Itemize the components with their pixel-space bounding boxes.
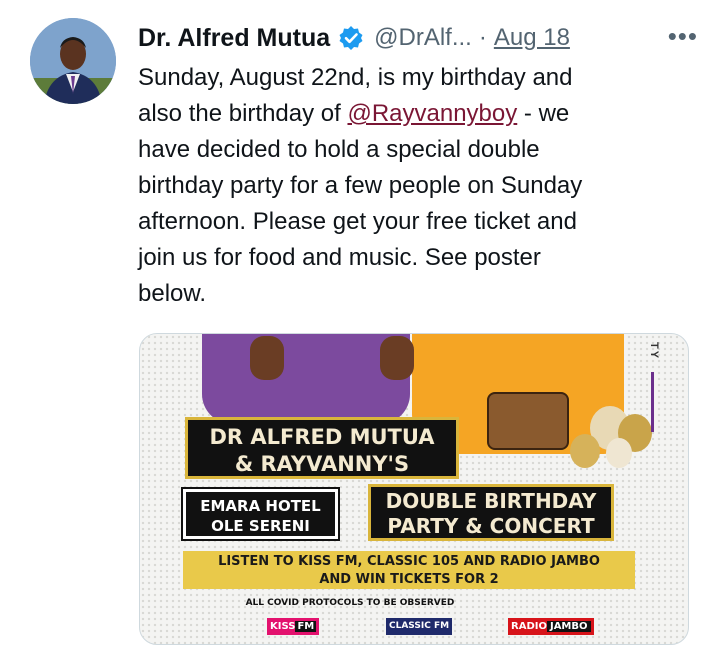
classic-fm-logo: CLASSIC FM	[386, 618, 453, 635]
tweet-date-link[interactable]: Aug 18	[494, 24, 570, 52]
poster-side-text: TY	[648, 342, 660, 361]
poster-venue-text: EMARA HOTEL OLE SERENI	[200, 497, 321, 535]
radio-logo-jambo: JAMBO	[546, 621, 591, 632]
poster-promo: LISTEN TO KISS FM, CLASSIC 105 AND RADIO…	[183, 551, 635, 589]
radio-jambo-logo: RADIO JAMBO	[508, 618, 594, 635]
author-avatar[interactable]	[30, 18, 116, 104]
author-name[interactable]: Dr. Alfred Mutua	[138, 24, 330, 53]
tweet-text: Sunday, August 22nd, is my birthday and …	[138, 60, 698, 312]
poster-balloon	[570, 434, 600, 468]
kiss-fm-logo: KISS FM	[267, 618, 320, 635]
poster-event-text: DOUBLE BIRTHDAY PARTY & CONCERT	[385, 489, 597, 538]
poster-side-bar	[651, 372, 654, 432]
author-handle[interactable]: @DrAlf...	[374, 24, 472, 52]
poster-person-left	[202, 334, 410, 424]
poster-thumb-left	[250, 336, 284, 380]
kiss-logo-text: KISS	[270, 621, 296, 632]
poster-balloon	[606, 438, 632, 468]
poster-event: DOUBLE BIRTHDAY PARTY & CONCERT	[368, 484, 614, 541]
tweet-media-poster[interactable]: TY DR ALFRED MUTUA & RAYVANNY'S EMARA HO…	[139, 333, 689, 645]
verified-badge-icon	[338, 25, 364, 51]
poster-venue: EMARA HOTEL OLE SERENI	[181, 487, 340, 541]
tweet-text-part-2: - we have decided to hold a special doub…	[138, 100, 583, 307]
poster-title-text: DR ALFRED MUTUA & RAYVANNY'S	[209, 425, 435, 476]
radio-logo-text: RADIO	[511, 621, 547, 632]
poster-bag	[487, 392, 569, 450]
poster-title: DR ALFRED MUTUA & RAYVANNY'S	[185, 417, 459, 479]
kiss-logo-fm: FM	[295, 621, 317, 632]
tweet-header: Dr. Alfred Mutua @DrAlf... · Aug 18 •••	[138, 18, 698, 58]
mention-link[interactable]: @Rayvannyboy	[347, 100, 517, 127]
poster-promo-text: LISTEN TO KISS FM, CLASSIC 105 AND RADIO…	[218, 554, 600, 587]
poster-covid-note: ALL COVID PROTOCOLS TO BE OBSERVED	[245, 598, 455, 608]
more-options-icon[interactable]: •••	[668, 23, 698, 49]
header-separator: ·	[478, 24, 487, 51]
poster-thumb-right	[380, 336, 414, 380]
